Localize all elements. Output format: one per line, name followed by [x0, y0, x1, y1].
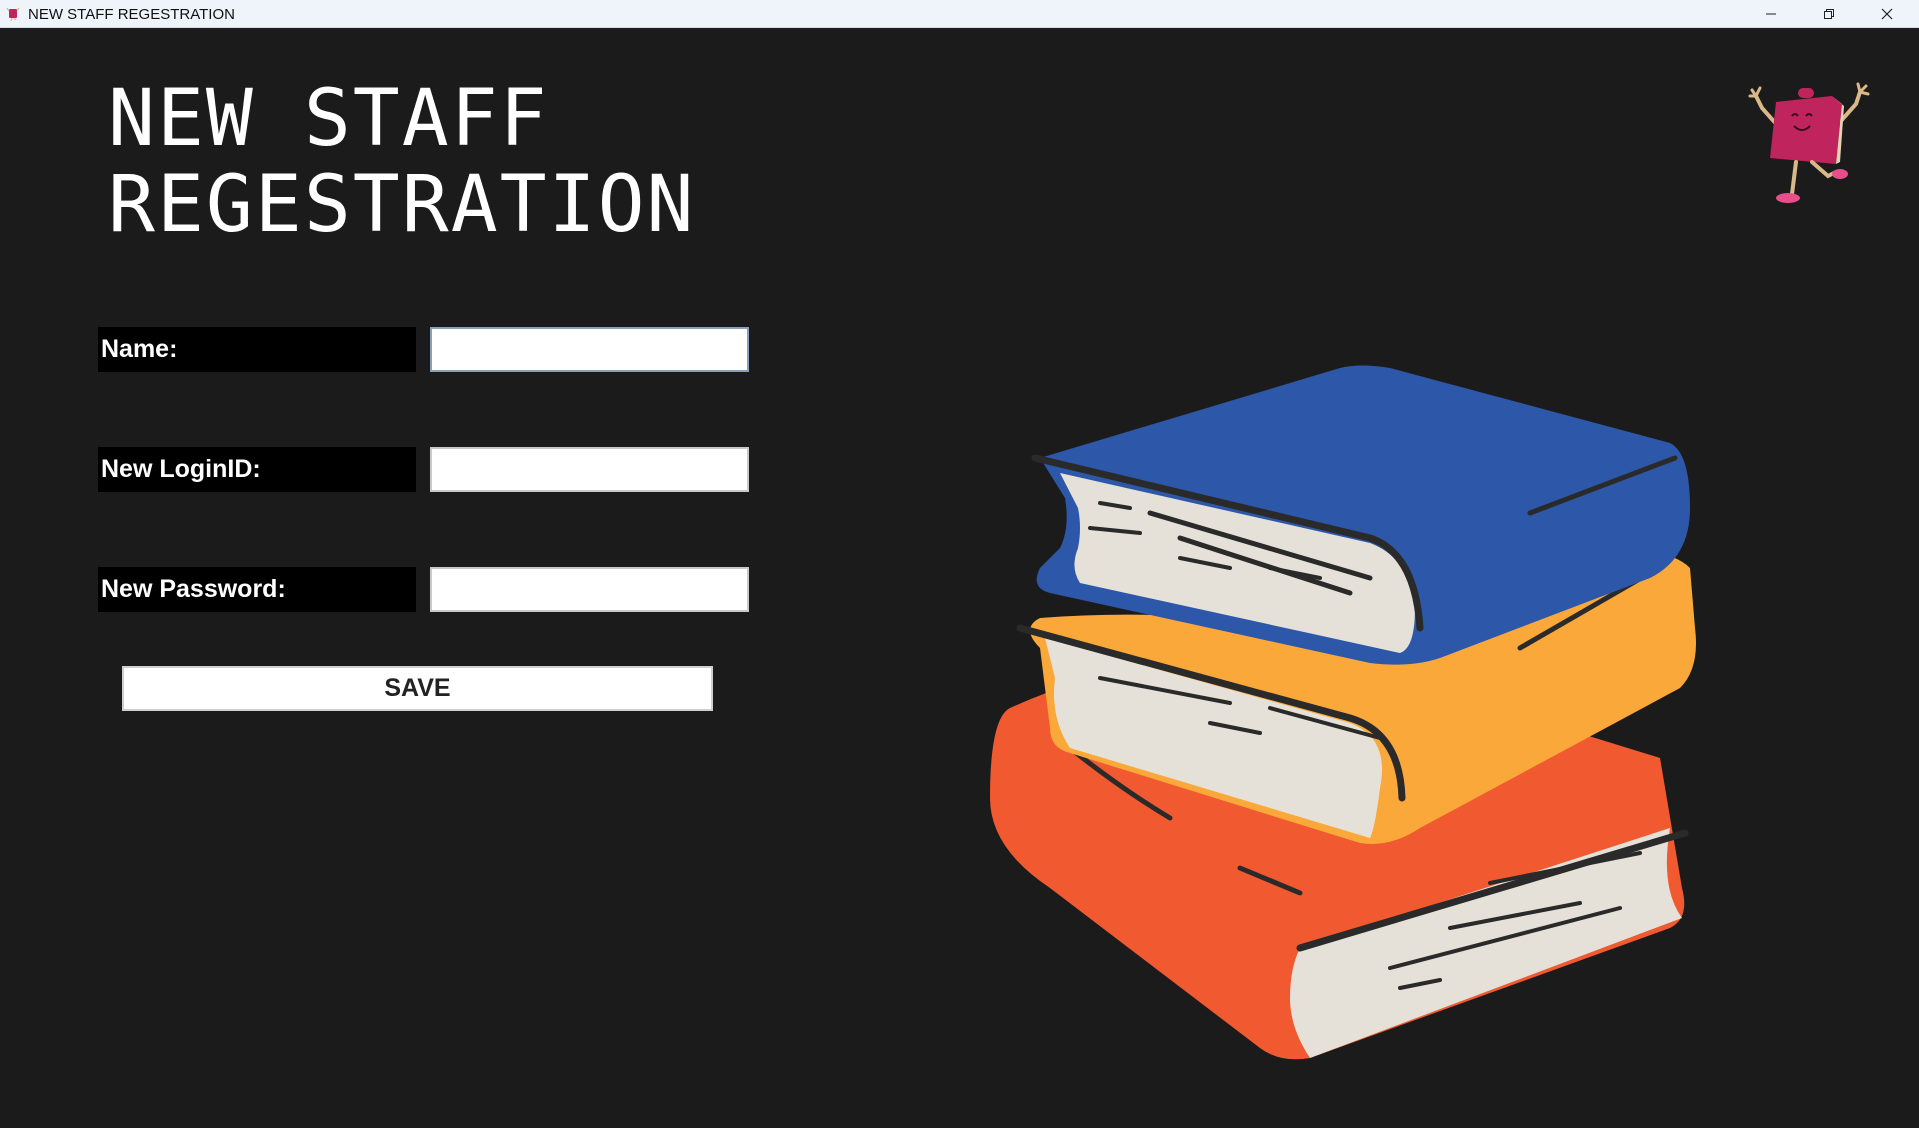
close-button[interactable]: [1858, 0, 1916, 28]
main-content: NEW STAFF REGESTRATION Name: New LoginID…: [0, 28, 1919, 1128]
restore-button[interactable]: [1800, 0, 1858, 28]
page-title-line-2: REGESTRATION: [108, 160, 696, 250]
title-bar: NEW STAFF REGESTRATION: [0, 0, 1919, 28]
window-title: NEW STAFF REGESTRATION: [28, 6, 235, 23]
book-mascot-icon: [6, 7, 20, 22]
close-icon: [1881, 8, 1893, 20]
page-title: NEW STAFF REGESTRATION: [108, 76, 696, 248]
books-stack-illustration: [990, 365, 1696, 1060]
name-field[interactable]: [430, 327, 749, 372]
restore-icon: [1824, 9, 1834, 19]
password-field[interactable]: [430, 567, 749, 612]
save-button[interactable]: SAVE: [122, 666, 713, 711]
book-mascot-illustration: [1748, 82, 1870, 203]
login-id-label: New LoginID:: [98, 447, 416, 492]
password-label: New Password:: [98, 567, 416, 612]
page-title-line-1: NEW STAFF: [108, 74, 549, 164]
name-label: Name:: [98, 327, 416, 372]
minimize-button[interactable]: [1742, 0, 1800, 28]
minimize-icon: [1766, 13, 1776, 15]
login-id-field[interactable]: [430, 447, 749, 492]
